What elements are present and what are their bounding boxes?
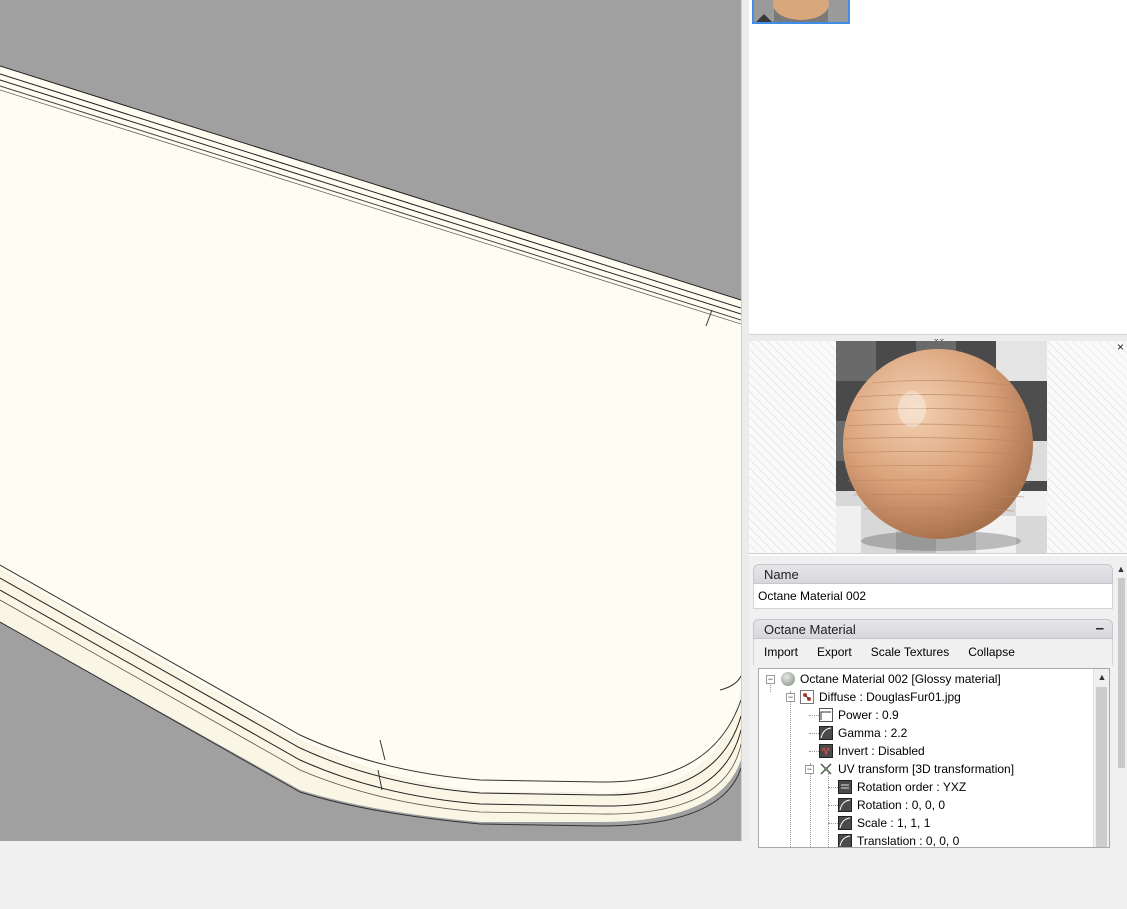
image-texture-icon [800,690,814,704]
preview-resize-grip[interactable]: ⌄⌄ [749,334,1127,343]
curve-icon [838,834,852,847]
material-properties: Name Octane Material 002 Octane Material… [749,556,1127,848]
tree-node-translation[interactable]: Translation : 0, 0, 0 [838,832,960,848]
collapse-section-icon[interactable]: – [1096,620,1104,638]
tree-node-rotation-order-label: Rotation order : YXZ [857,780,967,794]
octane-material-section: Octane Material – Import Export Scale Te… [753,619,1113,909]
material-thumbnail-list[interactable] [749,0,1127,334]
octane-section-header[interactable]: Octane Material – [753,619,1113,639]
material-preview-pane: × [749,341,1127,554]
tree-node-root[interactable]: Octane Material 002 [Glossy material] [781,670,1001,688]
tree-node-diffuse-label: Diffuse : DouglasFur01.jpg [819,690,961,704]
tree-node-power-label: Power : 0.9 [838,708,899,722]
tree-node-rotation-order[interactable]: Rotation order : YXZ [838,778,966,796]
properties-scroll-up-icon[interactable]: ▲ [1115,562,1127,576]
name-section-header[interactable]: Name [753,564,1113,584]
export-button[interactable]: Export [817,645,852,659]
material-editor-panel: ⌄⌄ × Name Octane Material 002 Octane Mat… [749,0,1127,848]
material-name-field[interactable]: Octane Material 002 [753,584,1113,609]
root-expander[interactable]: − [766,675,775,684]
curve-icon [838,798,852,812]
tree-node-invert[interactable]: Invert : Disabled [819,742,925,760]
tree-node-scale[interactable]: Scale : 1, 1, 1 [838,814,930,832]
material-node-tree[interactable]: − Octane Material 002 [Glossy material] … [758,668,1110,848]
material-preview-render [836,341,1047,553]
tree-node-diffuse[interactable]: Diffuse : DouglasFur01.jpg [800,688,961,706]
wood-sphere-thumbnail[interactable] [752,0,850,24]
octane-toolbar: Import Export Scale Textures Collapse [753,639,1113,665]
tree-node-rotation-label: Rotation : 0, 0, 0 [857,798,946,812]
scale-textures-button[interactable]: Scale Textures [871,645,950,659]
name-section: Name Octane Material 002 [753,564,1113,609]
import-button[interactable]: Import [764,645,798,659]
collapse-button[interactable]: Collapse [968,645,1015,659]
properties-scroll-thumb[interactable] [1118,578,1125,768]
tree-node-gamma[interactable]: Gamma : 2.2 [819,724,907,742]
tree-scrollbar[interactable]: ▲ [1093,669,1109,847]
tree-node-scale-label: Scale : 1, 1, 1 [857,816,931,830]
render-viewport[interactable] [0,0,741,841]
tree-node-invert-label: Invert : Disabled [838,744,925,758]
tree-node-uv-transform[interactable]: UV transform [3D transformation] [819,760,1014,778]
enum-icon [838,780,852,794]
tree-node-power[interactable]: Power : 0.9 [819,706,899,724]
viewport-panel-splitter[interactable] [741,0,749,841]
preview-close-icon[interactable]: × [1117,341,1127,353]
toggle-icon [819,744,833,758]
tree-scroll-up-icon[interactable]: ▲ [1094,669,1109,685]
curve-icon [819,726,833,740]
diffuse-expander[interactable]: − [786,693,795,702]
tree-node-root-label: Octane Material 002 [Glossy material] [800,672,1001,686]
tree-node-gamma-label: Gamma : 2.2 [838,726,908,740]
octane-section-title: Octane Material [764,622,856,637]
properties-scrollbar[interactable]: ▲ [1115,562,1127,841]
tree-scroll-thumb[interactable] [1096,687,1107,847]
countertop-model [0,65,741,827]
tree-node-translation-label: Translation : 0, 0, 0 [857,834,960,848]
curve-icon [819,708,833,722]
transform-icon [819,762,833,776]
tree-node-rotation[interactable]: Rotation : 0, 0, 0 [838,796,945,814]
uv-transform-expander[interactable]: − [805,765,814,774]
tree-node-uv-transform-label: UV transform [3D transformation] [838,762,1015,776]
curve-icon [838,816,852,830]
sphere-icon [781,672,795,686]
